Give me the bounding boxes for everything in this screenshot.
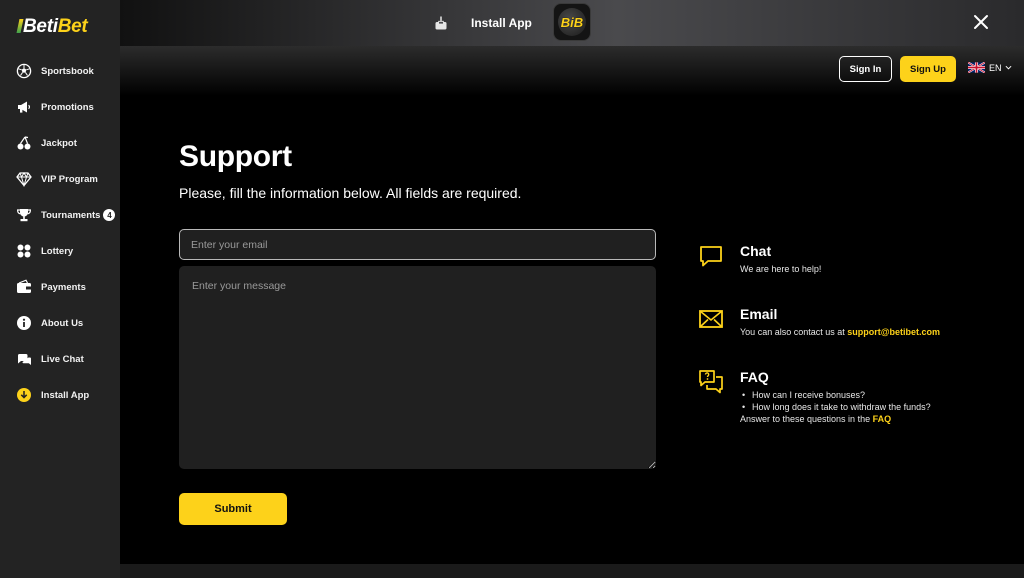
install-app-banner: Install App BiB [120, 0, 1024, 46]
faq-list: How can I receive bonuses? How long does… [740, 389, 931, 425]
support-page: Support Please, fill the information bel… [120, 96, 1024, 564]
header: Sign In Sign Up EN [120, 46, 1024, 96]
bib-app-logo: BiB [558, 8, 586, 36]
email-text: You can also contact us at support@betib… [740, 327, 940, 337]
sidebar-item-label: Install App [41, 389, 90, 401]
sidebar-item-live-chat[interactable]: Live Chat [0, 341, 120, 377]
sidebar-item-label: Jackpot [41, 137, 77, 149]
app-icon-tile[interactable]: BiB [553, 3, 591, 41]
sign-in-button[interactable]: Sign In [839, 56, 892, 82]
megaphone-icon [16, 99, 32, 115]
close-icon[interactable] [971, 12, 991, 32]
sidebar-item-lottery[interactable]: Lottery [0, 233, 120, 269]
email-title: Email [740, 306, 778, 322]
sidebar-item-payments[interactable]: Payments [0, 269, 120, 305]
sidebar-item-tournaments[interactable]: Tournaments 4 [0, 197, 120, 233]
footer-strip [120, 564, 1024, 578]
sidebar-item-install-app[interactable]: Install App [0, 377, 120, 413]
logo-text-part1: Beti [23, 16, 58, 37]
tournaments-count-badge: 4 [103, 209, 116, 221]
chat-icon [698, 243, 724, 269]
install-app-label: Install App [471, 16, 532, 30]
email-text-prefix: You can also contact us at [740, 327, 848, 337]
language-selector[interactable]: EN [968, 62, 1012, 73]
logo-text-part2: Bet [57, 16, 88, 37]
sign-up-button[interactable]: Sign Up [900, 56, 956, 82]
faq-list-item: How can I receive bonuses? [740, 389, 931, 401]
sidebar-item-sportsbook[interactable]: Sportsbook [0, 53, 120, 89]
faq-footer: Answer to these questions in the FAQ [740, 413, 931, 425]
cherries-icon [16, 135, 32, 151]
email-field[interactable] [179, 229, 656, 260]
soccer-ball-icon [16, 63, 32, 79]
submit-button[interactable]: Submit [179, 493, 287, 525]
sidebar-item-jackpot[interactable]: Jackpot [0, 125, 120, 161]
info-icon [16, 315, 32, 331]
sidebar: BetiBet Sportsbook Promotions Jackpot VI… [0, 0, 120, 578]
chevron-down-icon [1005, 65, 1011, 70]
sidebar-item-label: VIP Program [41, 173, 98, 185]
sidebar-item-label: Tournaments [41, 209, 101, 221]
chat-text: We are here to help! [740, 264, 822, 274]
sidebar-item-vip-program[interactable]: VIP Program [0, 161, 120, 197]
language-code: EN [989, 62, 1002, 73]
chat-bubbles-icon [16, 351, 32, 367]
faq-list-item: How long does it take to withdraw the fu… [740, 401, 931, 413]
betibet-logo[interactable]: BetiBet [16, 16, 88, 38]
chat-title: Chat [740, 243, 772, 259]
diamond-icon [16, 171, 32, 187]
sidebar-item-label: Promotions [41, 101, 94, 113]
faq-link[interactable]: FAQ [873, 414, 892, 424]
message-field[interactable] [179, 266, 656, 469]
install-app-link[interactable]: Install App [433, 0, 532, 46]
uk-flag-icon [968, 62, 985, 73]
support-email-link[interactable]: support@betibet.com [847, 327, 940, 337]
download-icon [16, 387, 32, 403]
app-download-icon [433, 15, 449, 31]
envelope-icon [698, 306, 724, 332]
lottery-balls-icon [16, 243, 32, 259]
wallet-icon [16, 279, 32, 295]
sidebar-item-about-us[interactable]: About Us [0, 305, 120, 341]
sidebar-item-label: About Us [41, 317, 84, 329]
sidebar-item-promotions[interactable]: Promotions [0, 89, 120, 125]
sidebar-nav: Sportsbook Promotions Jackpot VIP Progra… [0, 53, 120, 413]
faq-bubbles-icon [698, 369, 724, 395]
trophy-icon [16, 207, 32, 223]
page-title: Support [179, 140, 292, 173]
faq-footer-text: Answer to these questions in the [740, 414, 873, 424]
sidebar-item-label: Payments [41, 281, 86, 293]
sidebar-item-label: Sportsbook [41, 65, 94, 77]
sidebar-item-label: Lottery [41, 245, 74, 257]
page-subtitle: Please, fill the information below. All … [179, 185, 522, 201]
faq-title: FAQ [740, 369, 769, 385]
sidebar-item-label: Live Chat [41, 353, 84, 365]
